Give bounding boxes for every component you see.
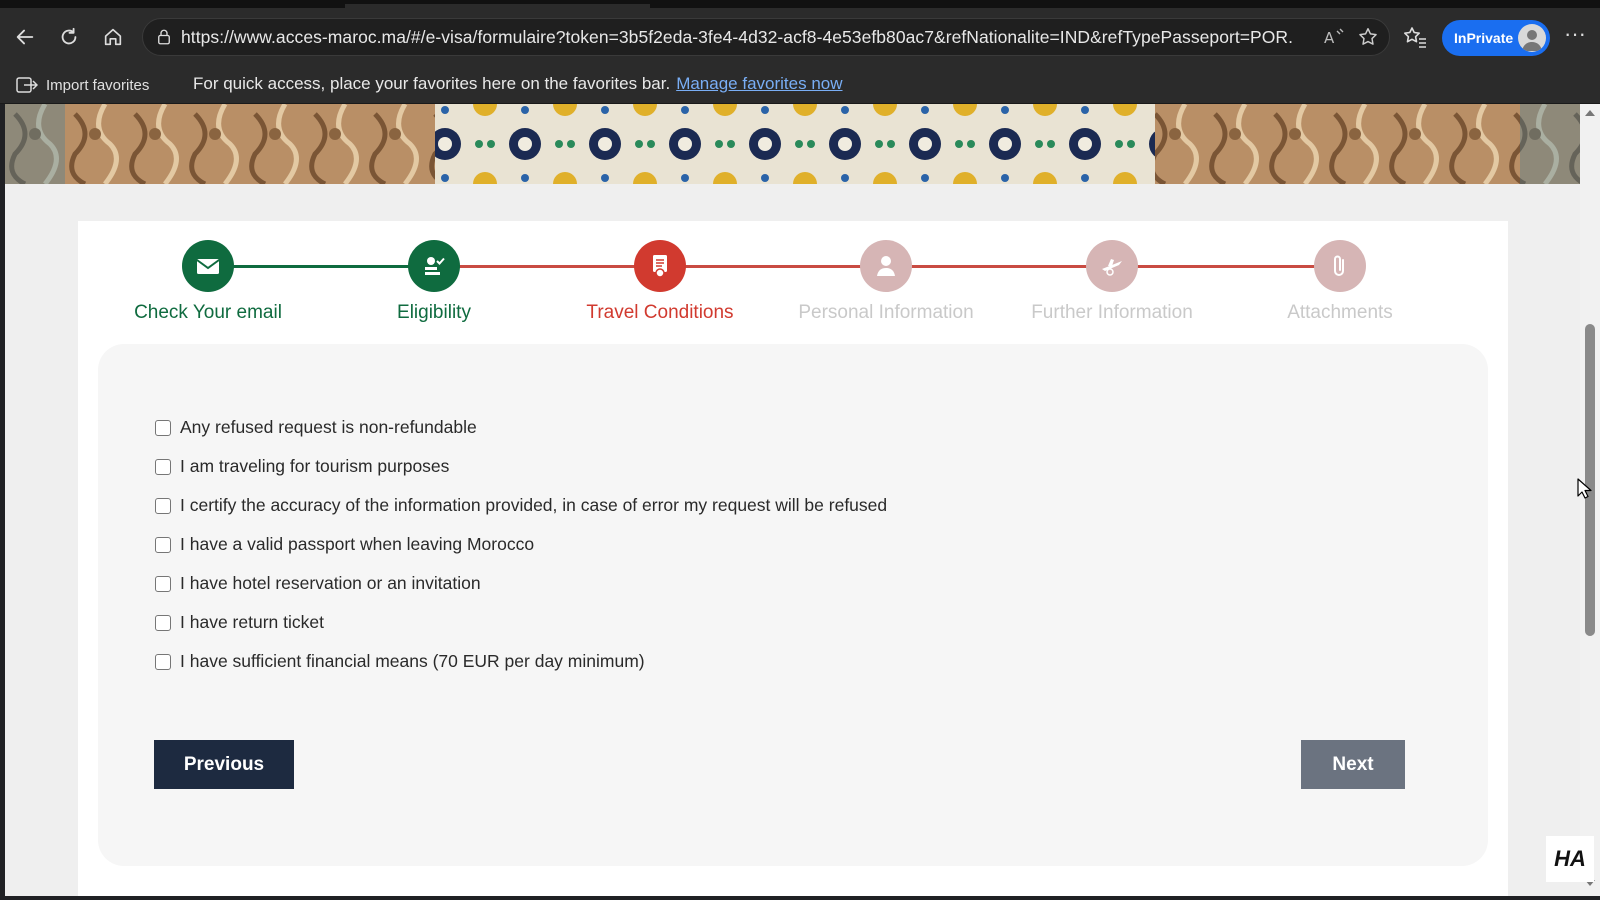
- back-button[interactable]: [10, 22, 40, 52]
- watermark-badge: HA: [1546, 836, 1594, 882]
- step-label: Eligibility: [397, 302, 471, 323]
- url-text[interactable]: https://www.acces-maroc.ma/#/e-visa/form…: [181, 19, 1293, 55]
- person-check-icon: [425, 257, 445, 275]
- condition-checkbox[interactable]: [155, 458, 171, 475]
- step-circle: [860, 240, 912, 292]
- document-badge-icon: [653, 255, 667, 278]
- arrow-left-icon: [16, 29, 34, 45]
- home-button[interactable]: [98, 22, 128, 52]
- window-top-strip: [0, 0, 1600, 8]
- favorites-message: For quick access, place your favorites h…: [193, 74, 843, 94]
- condition-checkbox[interactable]: [155, 419, 171, 436]
- form-card: Check Your email Eligibility Travel Cond…: [78, 221, 1508, 896]
- condition-label[interactable]: I have return ticket: [180, 612, 324, 633]
- condition-label[interactable]: I am traveling for tourism purposes: [180, 456, 449, 477]
- zellige-banner-image: [5, 104, 1580, 184]
- paperclip-icon: [1334, 255, 1344, 276]
- step-circle: [408, 240, 460, 292]
- step-circle: [182, 240, 234, 292]
- condition-item[interactable]: I have a valid passport when leaving Mor…: [155, 525, 887, 564]
- favorites-icon[interactable]: [1402, 24, 1428, 50]
- step-travel-conditions[interactable]: Travel Conditions: [545, 240, 775, 324]
- step-label: Attachments: [1287, 302, 1393, 323]
- lock-icon[interactable]: [155, 28, 173, 46]
- vertical-scrollbar[interactable]: [1580, 104, 1600, 896]
- envelope-icon: [196, 259, 220, 274]
- condition-item[interactable]: I have return ticket: [155, 603, 887, 642]
- more-menu-icon[interactable]: ···: [1562, 23, 1588, 50]
- favorites-message-text: For quick access, place your favorites h…: [193, 74, 671, 93]
- address-bar[interactable]: https://www.acces-maroc.ma/#/e-visa/form…: [142, 18, 1390, 56]
- conditions-list: Any refused request is non-refundable I …: [155, 408, 887, 681]
- read-aloud-icon[interactable]: A: [1323, 27, 1349, 47]
- step-circle: [1314, 240, 1366, 292]
- condition-checkbox[interactable]: [155, 497, 171, 514]
- person-icon: [877, 256, 895, 276]
- condition-item[interactable]: I certify the accuracy of the informatio…: [155, 486, 887, 525]
- condition-label[interactable]: I have a valid passport when leaving Mor…: [180, 534, 534, 555]
- step-label: Travel Conditions: [586, 302, 734, 323]
- previous-button[interactable]: Previous: [154, 740, 294, 789]
- inprivate-badge[interactable]: InPrivate: [1442, 20, 1550, 56]
- step-label: Personal Information: [798, 302, 974, 323]
- condition-item[interactable]: I have sufficient financial means (70 EU…: [155, 642, 887, 681]
- header-banner: [5, 104, 1580, 184]
- window-bottom-strip: [0, 896, 1600, 900]
- svg-text:A: A: [1324, 29, 1335, 47]
- step-attachments[interactable]: Attachments: [1225, 240, 1455, 324]
- home-icon: [104, 28, 122, 46]
- refresh-icon: [61, 27, 77, 45]
- mouse-cursor-icon: [1577, 478, 1592, 499]
- condition-label[interactable]: I have sufficient financial means (70 EU…: [180, 651, 645, 672]
- step-check-email[interactable]: Check Your email: [93, 240, 323, 324]
- condition-checkbox[interactable]: [155, 653, 171, 670]
- profile-icon: [1522, 30, 1542, 51]
- step-eligibility[interactable]: Eligibility: [319, 240, 549, 324]
- step-personal-information[interactable]: Personal Information: [771, 240, 1001, 324]
- import-favorites-button[interactable]: Import favorites: [16, 73, 149, 97]
- favorites-bar: Import favorites For quick access, place…: [0, 66, 1600, 104]
- condition-item[interactable]: I have hotel reservation or an invitatio…: [155, 564, 887, 603]
- refresh-button[interactable]: [54, 22, 84, 52]
- browser-toolbar: https://www.acces-maroc.ma/#/e-visa/form…: [0, 8, 1600, 66]
- condition-label[interactable]: I certify the accuracy of the informatio…: [180, 495, 887, 516]
- avatar: [1518, 24, 1546, 52]
- star-icon[interactable]: [1357, 26, 1379, 48]
- step-label: Check Your email: [134, 302, 282, 323]
- step-further-information[interactable]: Further Information: [997, 240, 1227, 324]
- manage-favorites-link[interactable]: Manage favorites now: [676, 74, 842, 93]
- condition-checkbox[interactable]: [155, 575, 171, 592]
- conditions-panel: Any refused request is non-refundable I …: [98, 344, 1488, 866]
- progress-stepper: Check Your email Eligibility Travel Cond…: [78, 221, 1508, 331]
- inprivate-label: InPrivate: [1454, 30, 1514, 46]
- step-label: Further Information: [1031, 302, 1193, 323]
- import-favorites-label: Import favorites: [46, 76, 150, 94]
- next-button[interactable]: Next: [1301, 740, 1405, 789]
- step-circle: [634, 240, 686, 292]
- condition-checkbox[interactable]: [155, 536, 171, 553]
- condition-item[interactable]: I am traveling for tourism purposes: [155, 447, 887, 486]
- scroll-up-arrow[interactable]: [1585, 110, 1595, 116]
- condition-label[interactable]: Any refused request is non-refundable: [180, 417, 477, 438]
- page-viewport: Check Your email Eligibility Travel Cond…: [5, 104, 1580, 896]
- import-icon: [16, 77, 38, 93]
- condition-item[interactable]: Any refused request is non-refundable: [155, 408, 887, 447]
- step-circle: [1086, 240, 1138, 292]
- plane-icon: [1102, 259, 1122, 276]
- condition-label[interactable]: I have hotel reservation or an invitatio…: [180, 573, 481, 594]
- condition-checkbox[interactable]: [155, 614, 171, 631]
